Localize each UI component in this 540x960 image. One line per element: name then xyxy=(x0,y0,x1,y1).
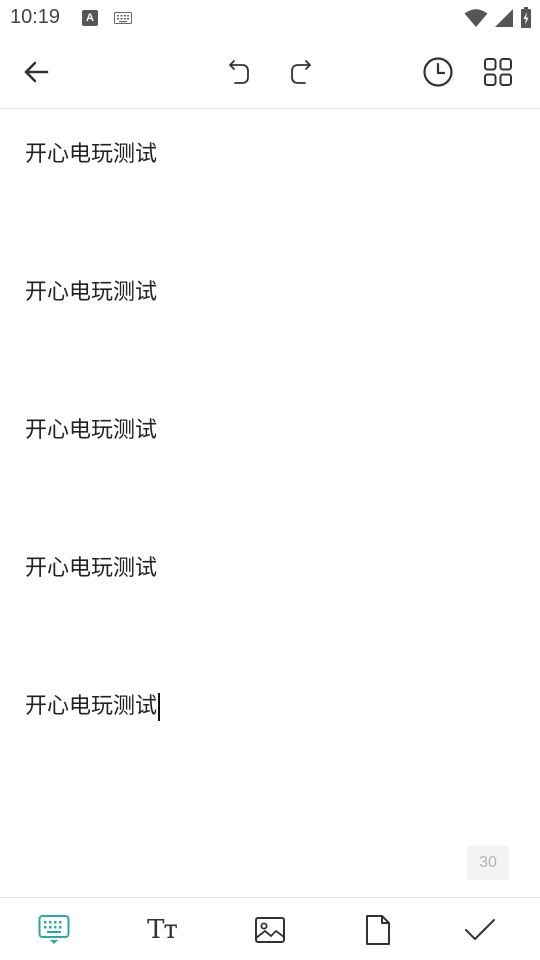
text-format-button[interactable]: Tт xyxy=(138,906,186,954)
editor-toolbar xyxy=(0,36,540,109)
wifi-icon xyxy=(464,9,488,27)
note-line-4[interactable]: 开心电玩测试 xyxy=(25,554,157,584)
grid-menu-button[interactable] xyxy=(476,50,520,94)
history-button[interactable] xyxy=(416,50,460,94)
undo-icon xyxy=(229,60,249,84)
signal-icon xyxy=(495,9,513,27)
keyboard-toggle-button[interactable] xyxy=(30,906,78,954)
note-line-5[interactable]: 开心电玩测试 xyxy=(25,694,157,719)
character-count-badge: 30 xyxy=(467,846,509,880)
done-button[interactable] xyxy=(456,906,504,954)
undo-button[interactable] xyxy=(218,50,262,94)
note-editor-screen: 10:19 A 开心电玩测试 开心电玩测试 开心电玩测试 开心电玩测试 开心电玩… xyxy=(0,0,540,960)
note-line-3[interactable]: 开心电玩测试 xyxy=(25,416,157,446)
grid-icon xyxy=(484,58,512,86)
accessibility-a-icon: A xyxy=(82,10,98,26)
back-arrow-icon xyxy=(24,61,49,83)
insert-file-button[interactable] xyxy=(354,906,402,954)
status-indicators xyxy=(464,7,532,29)
note-line-1[interactable]: 开心电玩测试 xyxy=(25,140,157,170)
insert-image-button[interactable] xyxy=(246,906,294,954)
status-time: 10:19 xyxy=(10,6,61,28)
file-icon xyxy=(366,915,390,945)
clock-icon xyxy=(423,57,453,87)
back-button[interactable] xyxy=(14,50,58,94)
text-format-icon: Tт xyxy=(147,915,178,945)
status-bar: 10:19 A xyxy=(0,0,540,36)
check-icon xyxy=(465,919,495,940)
note-content-area[interactable]: 开心电玩测试 开心电玩测试 开心电玩测试 开心电玩测试 开心电玩测试 30 xyxy=(0,109,540,897)
note-line-2[interactable]: 开心电玩测试 xyxy=(25,278,157,308)
redo-icon xyxy=(291,60,311,84)
keyboard-icon xyxy=(38,915,70,944)
text-cursor xyxy=(158,693,161,721)
bottom-toolbar: Tт xyxy=(0,897,540,960)
battery-icon xyxy=(521,7,531,28)
image-icon xyxy=(255,917,285,943)
keyboard-status-icon xyxy=(114,12,132,24)
note-line-5-wrapper[interactable]: 开心电玩测试 xyxy=(25,692,161,722)
redo-button[interactable] xyxy=(278,50,322,94)
